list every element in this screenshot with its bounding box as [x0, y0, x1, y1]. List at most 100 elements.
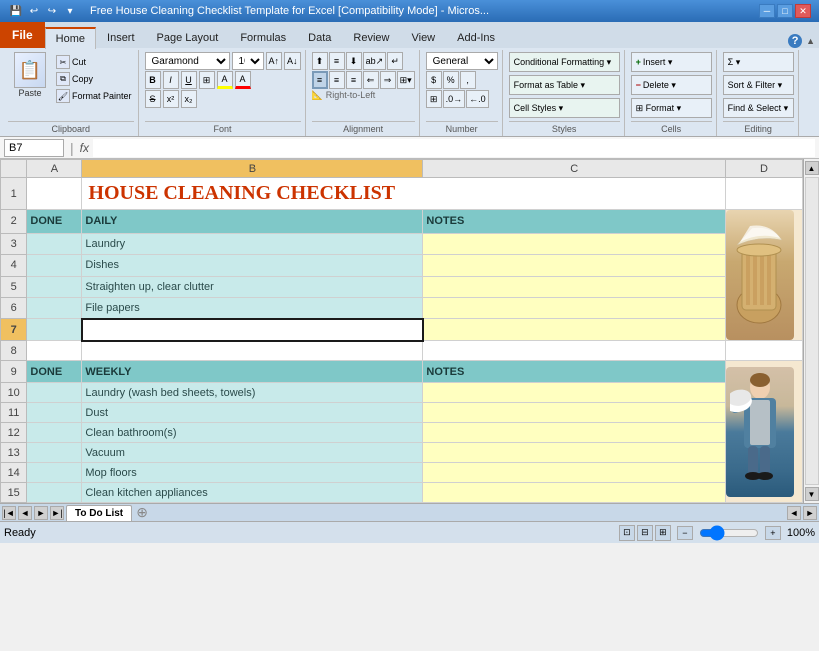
cell-c10[interactable]: [423, 383, 726, 403]
align-left-button[interactable]: ≡: [312, 71, 328, 89]
decrease-font-button[interactable]: A↓: [284, 52, 301, 70]
col-header-b[interactable]: B: [82, 160, 423, 178]
font-name-select[interactable]: GaramondArialCalibri: [145, 52, 230, 70]
bold-button[interactable]: B: [145, 71, 161, 89]
cell-c7[interactable]: [423, 319, 726, 341]
underline-button[interactable]: U: [181, 71, 197, 89]
cell-a10[interactable]: [27, 383, 82, 403]
tab-home[interactable]: Home: [45, 27, 96, 49]
cells-label[interactable]: Cells: [631, 121, 712, 134]
cell-a8[interactable]: [27, 341, 82, 361]
increase-decimal-button[interactable]: .0→: [443, 90, 466, 108]
font-label[interactable]: Font: [145, 121, 301, 134]
add-sheet-icon[interactable]: ⊕: [134, 505, 150, 521]
first-sheet-button[interactable]: |◄: [2, 506, 16, 520]
align-center-button[interactable]: ≡: [329, 71, 345, 89]
cell-b7-selected[interactable]: [82, 319, 423, 341]
cell-b8[interactable]: [82, 341, 423, 361]
cell-c2[interactable]: NOTES: [423, 210, 726, 234]
sort-filter-button[interactable]: Sort & Filter ▾: [723, 75, 794, 95]
increase-indent-button[interactable]: ⇒: [380, 71, 396, 89]
scroll-left-button[interactable]: ◄: [787, 506, 801, 520]
cut-button[interactable]: ✂Cut: [54, 54, 134, 70]
accounting-format-button[interactable]: ⊞: [426, 90, 442, 108]
col-header-d[interactable]: D: [725, 160, 802, 178]
styles-label[interactable]: Styles: [509, 121, 620, 134]
italic-button[interactable]: I: [163, 71, 179, 89]
maximize-button[interactable]: □: [777, 4, 793, 18]
tab-add-ins[interactable]: Add-Ins: [446, 26, 506, 48]
cell-b4[interactable]: Dishes: [82, 255, 423, 276]
find-select-button[interactable]: Find & Select ▾: [723, 98, 794, 118]
align-right-button[interactable]: ≡: [346, 71, 362, 89]
merge-button[interactable]: ⊞▾: [397, 71, 415, 89]
autosum-button[interactable]: Σ ▾: [723, 52, 794, 72]
currency-button[interactable]: $: [426, 71, 442, 89]
font-size-select[interactable]: 1081214: [232, 52, 264, 70]
cell-a12[interactable]: [27, 423, 82, 443]
scroll-up-button[interactable]: ▲: [805, 161, 819, 175]
tab-review[interactable]: Review: [342, 26, 400, 48]
font-color-button[interactable]: A: [235, 71, 251, 89]
text-angle-button[interactable]: ab↗: [363, 52, 387, 70]
cell-b14[interactable]: Mop floors: [82, 463, 423, 483]
cell-a13[interactable]: [27, 443, 82, 463]
tab-view[interactable]: View: [400, 26, 446, 48]
help-icon[interactable]: ?: [788, 34, 802, 48]
cell-a4[interactable]: [27, 255, 82, 276]
cell-reference-input[interactable]: [4, 139, 64, 157]
cell-a6[interactable]: [27, 298, 82, 319]
scroll-thumb[interactable]: [805, 177, 819, 485]
prev-sheet-button[interactable]: ◄: [18, 506, 32, 520]
minimize-button[interactable]: ─: [759, 4, 775, 18]
minimize-ribbon-icon[interactable]: ▲: [806, 36, 815, 46]
page-layout-view-button[interactable]: ⊟: [637, 525, 653, 541]
cell-b5[interactable]: Straighten up, clear clutter: [82, 276, 423, 297]
comma-button[interactable]: ,: [460, 71, 476, 89]
cell-c6[interactable]: [423, 298, 726, 319]
increase-font-button[interactable]: A↑: [266, 52, 283, 70]
cell-b12[interactable]: Clean bathroom(s): [82, 423, 423, 443]
decrease-decimal-button[interactable]: ←.0: [466, 90, 489, 108]
cell-a5[interactable]: [27, 276, 82, 297]
formula-input[interactable]: [93, 139, 815, 157]
cell-c15[interactable]: [423, 483, 726, 503]
align-middle-button[interactable]: ≡: [329, 52, 345, 70]
cell-b9[interactable]: WEEKLY: [82, 361, 423, 383]
fill-color-button[interactable]: A: [217, 71, 233, 89]
cell-a1[interactable]: [27, 178, 82, 210]
cell-a2[interactable]: DONE: [27, 210, 82, 234]
cell-c14[interactable]: [423, 463, 726, 483]
number-label[interactable]: Number: [426, 121, 498, 134]
decrease-indent-button[interactable]: ⇐: [363, 71, 379, 89]
superscript-button[interactable]: x²: [163, 90, 179, 108]
format-button[interactable]: ⊞ Format ▾: [631, 98, 712, 118]
subscript-button[interactable]: x₂: [181, 90, 197, 108]
cell-b10[interactable]: Laundry (wash bed sheets, towels): [82, 383, 423, 403]
col-header-a[interactable]: A: [27, 160, 82, 178]
vertical-scrollbar[interactable]: ▲ ▼: [803, 159, 819, 503]
next-sheet-button[interactable]: ►: [34, 506, 48, 520]
insert-button[interactable]: + Insert ▾: [631, 52, 712, 72]
editing-label[interactable]: Editing: [723, 121, 794, 134]
tab-data[interactable]: Data: [297, 26, 342, 48]
page-break-view-button[interactable]: ⊞: [655, 525, 671, 541]
cell-c11[interactable]: [423, 403, 726, 423]
scroll-down-button[interactable]: ▼: [805, 487, 819, 501]
col-header-c[interactable]: C: [423, 160, 726, 178]
cell-a14[interactable]: [27, 463, 82, 483]
cell-c4[interactable]: [423, 255, 726, 276]
tab-insert[interactable]: Insert: [96, 26, 146, 48]
clipboard-label[interactable]: Clipboard: [8, 121, 134, 134]
zoom-slider[interactable]: [699, 529, 759, 537]
normal-view-button[interactable]: ⊡: [619, 525, 635, 541]
cell-a9[interactable]: DONE: [27, 361, 82, 383]
cell-b13[interactable]: Vacuum: [82, 443, 423, 463]
last-sheet-button[interactable]: ►|: [50, 506, 64, 520]
save-icon[interactable]: 💾: [8, 3, 24, 19]
wrap-text-button[interactable]: ↵: [387, 52, 403, 70]
border-button[interactable]: ⊞: [199, 71, 215, 89]
cell-a3[interactable]: [27, 233, 82, 254]
tab-page-layout[interactable]: Page Layout: [146, 26, 230, 48]
file-tab[interactable]: File: [0, 22, 45, 48]
